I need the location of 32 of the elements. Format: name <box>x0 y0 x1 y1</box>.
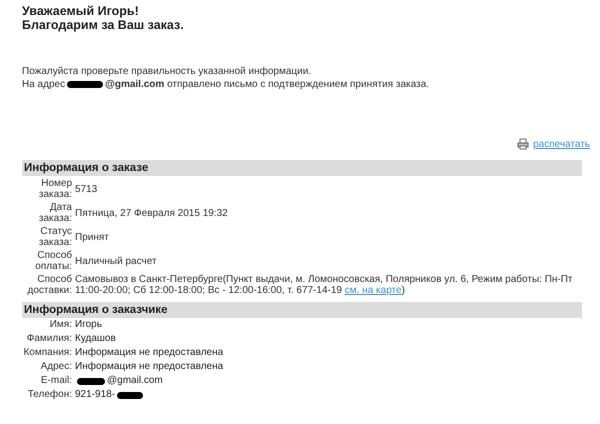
printer-icon[interactable] <box>517 138 530 150</box>
field-value: Принят <box>75 232 110 242</box>
field-value: Информация не предоставлена <box>75 360 224 374</box>
field-value: Информация не предоставлена <box>75 346 224 360</box>
field-label: Компания: <box>22 346 72 360</box>
field-value: Пятница, 27 Февраля 2015 19:32 <box>75 208 229 218</box>
field-label: Статус заказа: <box>38 226 72 248</box>
field-value: @gmail.com <box>107 374 163 388</box>
field-label: Номер заказа: <box>38 178 72 200</box>
notice-text: @gmail.com отправлено письмо с подтверждением принятия заказа. <box>105 78 429 91</box>
thanks-heading: Благодарим за Ваш заказ. <box>22 18 185 32</box>
print-link[interactable]: распечатать <box>533 138 590 150</box>
section-header: Информация о заказчике <box>22 302 582 318</box>
notice-text: На адрес <box>22 78 66 91</box>
field-value: Кудашов <box>75 332 116 346</box>
field-value: 5713 <box>75 184 98 194</box>
field-label: Способ доставки: <box>26 274 72 296</box>
field-label: Дата заказа: <box>38 202 72 224</box>
section-header: Информация о заказе <box>22 160 582 176</box>
field-label: Адрес: <box>40 360 72 374</box>
field-value: Игорь <box>75 318 102 332</box>
field-value: Самовывоз в Санкт-Петербурге(Пункт выдачи, м. Ломоносовская, Полярников ул. 6, Режим работы: Пн-Пт 11:00-20:00; Сб 12:00-18:00; Вс - 12:00-16:00, т. 677-14-19 см. на карте) <box>75 274 574 296</box>
field-label: Телефон: <box>26 388 72 402</box>
field-label: Фамилия: <box>26 332 72 346</box>
notice-text: Пожалуйста проверьте правильность указанной информации. <box>22 65 312 78</box>
field-label: E-mail: <box>40 374 72 388</box>
field-label: Имя: <box>48 318 72 332</box>
field-value: Наличный расчет <box>75 256 158 266</box>
greeting-heading: Уважаемый Игорь! <box>22 4 140 18</box>
field-value: 921-918- <box>75 388 116 402</box>
field-label: Способ оплаты: <box>34 250 72 272</box>
map-link[interactable]: см. на карте <box>344 285 402 296</box>
